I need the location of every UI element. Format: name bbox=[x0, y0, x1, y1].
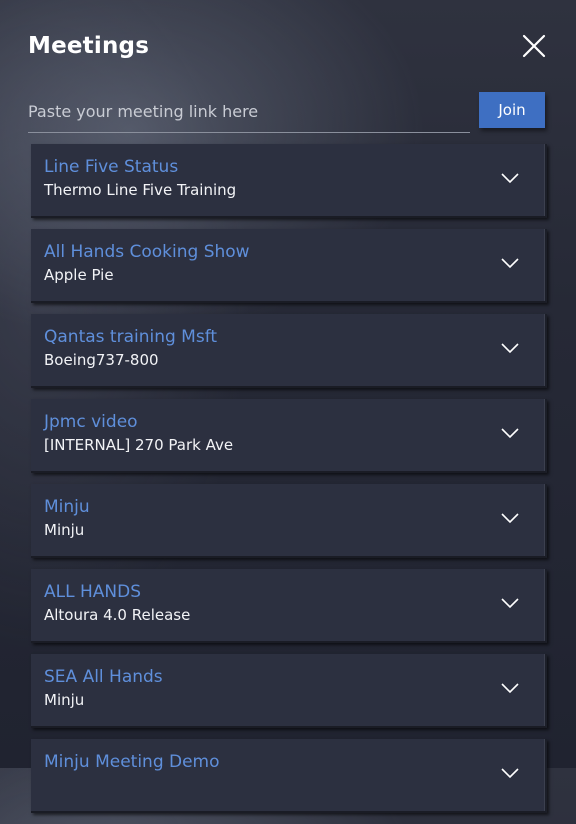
meeting-title: Minju bbox=[44, 497, 90, 517]
meeting-item-all-hands[interactable]: ALL HANDS Altoura 4.0 Release bbox=[31, 569, 547, 643]
meeting-title: SEA All Hands bbox=[44, 667, 163, 687]
meeting-subtitle: Minju bbox=[44, 691, 85, 709]
meeting-item-minju[interactable]: Minju Minju bbox=[31, 484, 547, 558]
meeting-subtitle: Boeing737-800 bbox=[44, 351, 159, 369]
chevron-down-icon bbox=[501, 173, 519, 184]
meeting-title: Qantas training Msft bbox=[44, 327, 218, 347]
expand-button[interactable] bbox=[501, 172, 519, 184]
expand-button[interactable] bbox=[501, 597, 519, 609]
expand-button[interactable] bbox=[501, 767, 519, 779]
join-button[interactable]: Join bbox=[479, 92, 545, 128]
chevron-down-icon bbox=[501, 258, 519, 269]
meeting-subtitle: Apple Pie bbox=[44, 266, 114, 284]
chevron-down-icon bbox=[501, 768, 519, 779]
meeting-title: Minju Meeting Demo bbox=[44, 752, 220, 772]
chevron-down-icon bbox=[501, 598, 519, 609]
expand-button[interactable] bbox=[501, 682, 519, 694]
chevron-down-icon bbox=[501, 343, 519, 354]
meeting-subtitle: Thermo Line Five Training bbox=[44, 181, 237, 199]
meeting-link-row: Join bbox=[28, 90, 548, 134]
page-title: Meetings bbox=[28, 33, 150, 59]
meeting-list: Line Five Status Thermo Line Five Traini… bbox=[31, 144, 547, 824]
meeting-title: Line Five Status bbox=[44, 157, 179, 177]
chevron-down-icon bbox=[501, 428, 519, 439]
meeting-subtitle: [INTERNAL] 270 Park Ave bbox=[44, 436, 234, 454]
close-icon bbox=[522, 34, 546, 58]
meeting-item-all-hands-cooking-show[interactable]: All Hands Cooking Show Apple Pie bbox=[31, 229, 547, 303]
meeting-subtitle: Minju bbox=[44, 521, 85, 539]
close-button[interactable] bbox=[520, 32, 548, 60]
meeting-item-line-five-status[interactable]: Line Five Status Thermo Line Five Traini… bbox=[31, 144, 547, 218]
meeting-item-qantas-training[interactable]: Qantas training Msft Boeing737-800 bbox=[31, 314, 547, 388]
meeting-subtitle: Altoura 4.0 Release bbox=[44, 606, 191, 624]
meeting-link-input[interactable] bbox=[28, 90, 470, 133]
meeting-title: All Hands Cooking Show bbox=[44, 242, 250, 262]
chevron-down-icon bbox=[501, 513, 519, 524]
expand-button[interactable] bbox=[501, 427, 519, 439]
chevron-down-icon bbox=[501, 683, 519, 694]
meeting-item-jpmc-video[interactable]: Jpmc video [INTERNAL] 270 Park Ave bbox=[31, 399, 547, 473]
expand-button[interactable] bbox=[501, 512, 519, 524]
header: Meetings bbox=[28, 28, 548, 64]
expand-button[interactable] bbox=[501, 342, 519, 354]
meeting-item-sea-all-hands[interactable]: SEA All Hands Minju bbox=[31, 654, 547, 728]
expand-button[interactable] bbox=[501, 257, 519, 269]
meeting-title: ALL HANDS bbox=[44, 582, 141, 602]
meeting-item-minju-meeting-demo[interactable]: Minju Meeting Demo bbox=[31, 739, 547, 813]
meeting-title: Jpmc video bbox=[44, 412, 138, 432]
